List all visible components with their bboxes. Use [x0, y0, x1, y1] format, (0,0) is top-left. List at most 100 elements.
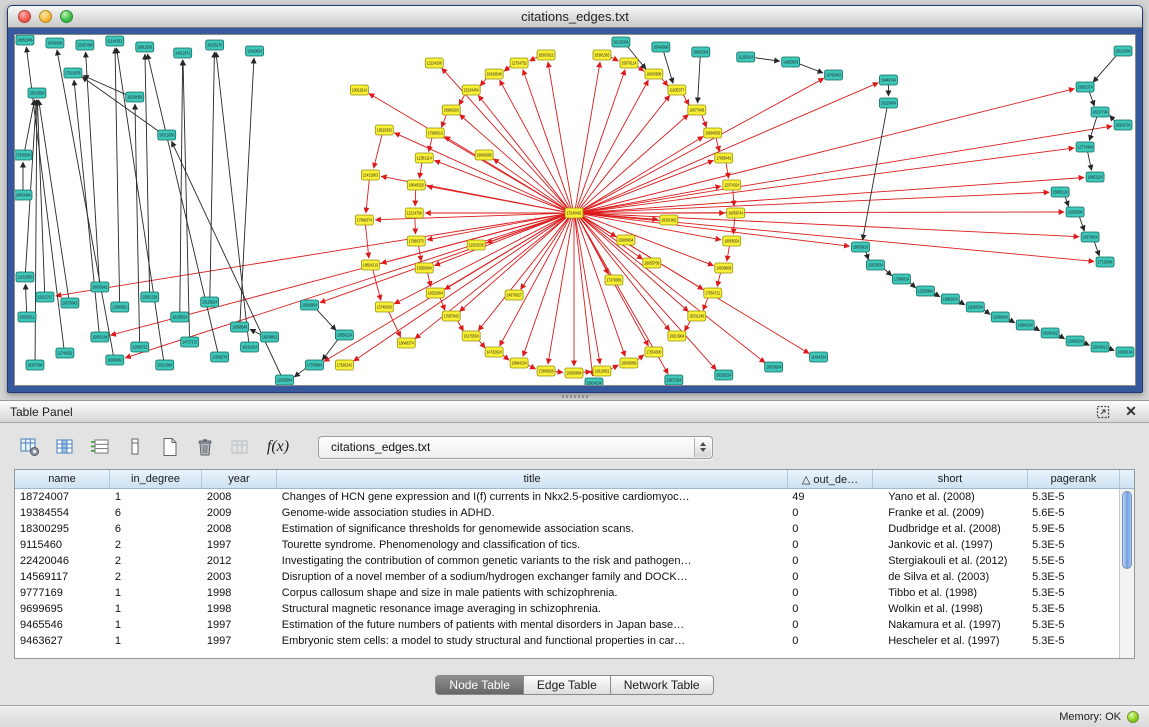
delete-table-icon[interactable] — [193, 435, 217, 459]
graph-node-label: 16206804 — [302, 303, 318, 308]
table-row[interactable]: 2242004622012Investigating the contribut… — [15, 553, 1119, 569]
graph-node-label: 19078504 — [766, 365, 782, 370]
column-header-title[interactable]: title — [277, 470, 788, 488]
graph-edge — [703, 297, 708, 310]
graph-node-label: 18824213 — [363, 263, 379, 268]
graph-node-label: 12224206 — [427, 61, 443, 66]
graph-node-label: 18331240 — [689, 314, 705, 319]
tab-edge-table[interactable]: Edge Table — [524, 675, 611, 695]
function-builder-button[interactable]: f(x) — [263, 435, 293, 459]
graph-node-label: 15081374 — [1078, 85, 1094, 90]
column-header-short[interactable]: short — [873, 470, 1028, 488]
graph-node-label: 12610651 — [594, 369, 610, 374]
graph-node-label: 11253360 — [17, 275, 33, 280]
graph-edge — [582, 148, 1074, 213]
table-cell: 1 — [110, 603, 202, 615]
table-cell: 2 — [110, 571, 202, 583]
column-header-year[interactable]: year — [202, 470, 277, 488]
table-cell: 5.3E-5 — [1027, 635, 1119, 647]
scrollbar-thumb[interactable] — [1122, 491, 1132, 569]
graph-node-label: 10340359 — [47, 41, 63, 46]
table-row[interactable]: 1456911722003Disruption of a novel membe… — [15, 569, 1119, 585]
table-cell: 19384554 — [15, 507, 110, 519]
table-cell: 0 — [787, 587, 872, 599]
column-header-out_de[interactable]: △ out_de… — [788, 470, 873, 488]
column-header-pagerank[interactable]: pagerank — [1028, 470, 1120, 488]
table-toolbar: f(x) citations_edges.txt — [18, 435, 713, 459]
graph-node-label: 12774304 — [1078, 145, 1094, 150]
graph-edge — [82, 77, 160, 132]
column-header-in_degree[interactable]: in_degree — [110, 470, 202, 488]
graph-edge — [322, 339, 338, 361]
panel-title: Table Panel — [10, 405, 1095, 419]
graph-edge — [183, 60, 189, 337]
table-row[interactable]: 946554611997Estimation of the future num… — [15, 617, 1119, 633]
table-cell: 1997 — [202, 635, 277, 647]
select-rows-icon[interactable] — [88, 435, 112, 459]
column-header-name[interactable]: name — [15, 470, 110, 488]
table-cell: 1998 — [202, 603, 277, 615]
graph-edge — [25, 284, 26, 312]
graph-node-label: 18301862 — [661, 218, 677, 223]
network-canvas[interactable]: 1724048118303022127547521842654815134454… — [14, 34, 1136, 386]
import-table-icon[interactable] — [228, 435, 252, 459]
network-window: citations_edges.txt 17240481183030221275… — [7, 5, 1143, 393]
table-row[interactable]: 1872400712008Changes of HCN gene express… — [15, 489, 1119, 505]
float-panel-icon[interactable] — [1095, 404, 1111, 420]
graph-node-label: 16960203 — [444, 108, 460, 113]
table-row[interactable]: 946362711997Embryonic stem cells: a mode… — [15, 633, 1119, 649]
graph-node-label: 14850503 — [783, 60, 799, 65]
graph-edge — [575, 218, 600, 364]
table-cell: 2012 — [202, 555, 277, 567]
graph-node-label: 18984154 — [512, 361, 528, 366]
graph-node-label: 16906452 — [107, 358, 123, 363]
table-cell: 5.6E-5 — [1027, 507, 1119, 519]
status-bar: Memory: OK — [0, 705, 1149, 727]
table-cell: 1 — [110, 587, 202, 599]
table-cell: 1997 — [202, 619, 277, 631]
graph-node-label: 12754752 — [512, 61, 528, 66]
table-cell: Wolkin et al. (1998) — [872, 603, 1027, 615]
table-panel-header: Table Panel ✕ — [0, 401, 1149, 423]
table-select[interactable]: citations_edges.txt — [318, 436, 713, 459]
graph-edge — [698, 57, 701, 103]
column-icon[interactable] — [123, 435, 147, 459]
network-graph[interactable]: 1724048118303022127547521842654815134454… — [15, 35, 1135, 385]
graph-node-label: 17087943 — [444, 314, 460, 319]
graph-node-label: 14512971 — [175, 51, 191, 56]
table-row[interactable]: 969969511998Structural magnetic resonanc… — [15, 601, 1119, 617]
table-cell: Dudbridge et al. (2008) — [872, 523, 1027, 535]
graph-node-label: 12880662 — [112, 305, 128, 310]
tab-network-table[interactable]: Network Table — [611, 675, 714, 695]
network-window-titlebar[interactable]: citations_edges.txt — [8, 6, 1142, 28]
table-row[interactable]: 977716911998Corpus callosum shape and si… — [15, 585, 1119, 601]
graph-node-label: 16356224 — [716, 373, 732, 378]
graph-edge — [582, 212, 1064, 213]
tab-node-table[interactable]: Node Table — [435, 675, 524, 695]
table-settings-icon[interactable] — [18, 435, 42, 459]
graph-edge — [1094, 241, 1099, 256]
graph-node-label: 18426548 — [487, 72, 503, 77]
table-row[interactable]: 1830029562008Estimation of significance … — [15, 521, 1119, 537]
graph-node-label: 18237704 — [1093, 110, 1109, 115]
vertical-scrollbar[interactable] — [1119, 489, 1134, 658]
graph-node-label: 17376804 — [307, 363, 323, 368]
new-table-icon[interactable] — [158, 435, 182, 459]
panel-splitter[interactable] — [0, 393, 1149, 400]
table-cell: 2009 — [202, 507, 277, 519]
table-cell: 0 — [787, 555, 872, 567]
graph-edge — [523, 70, 571, 209]
graph-edge — [523, 218, 571, 357]
table-row[interactable]: 911546021997Tourette syndrome. Phenomeno… — [15, 537, 1119, 553]
show-columns-icon[interactable] — [53, 435, 77, 459]
graph-node-label: 17999373 — [409, 239, 425, 244]
graph-node-label: 12502536 — [469, 243, 485, 248]
graph-edge — [1093, 54, 1117, 82]
table-cell: 9465546 — [15, 619, 110, 631]
graph-node-label: 20510330 — [159, 133, 175, 138]
table-cell: 5.3E-5 — [1027, 587, 1119, 599]
graph-node-label: 17999374 — [357, 218, 373, 223]
close-panel-icon[interactable]: ✕ — [1123, 404, 1139, 420]
graph-node-label: 18839059 — [621, 361, 637, 366]
table-row[interactable]: 1938455462009Genome-wide association stu… — [15, 505, 1119, 521]
